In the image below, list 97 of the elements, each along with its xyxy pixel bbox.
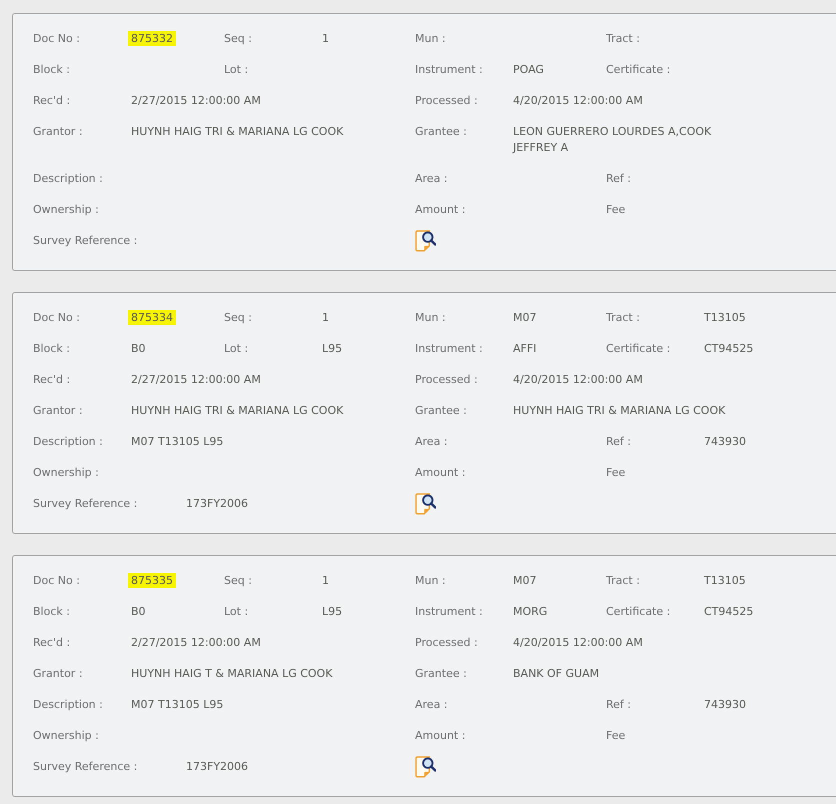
- field-label: Area :: [415, 434, 449, 450]
- field-label: Grantee :: [415, 403, 468, 419]
- field-value: 4/20/2015 12:00:00 AM: [513, 372, 643, 388]
- field-label: Grantee :: [415, 666, 468, 682]
- field-label: Description :: [33, 171, 104, 187]
- doc-number-value: 875334: [128, 310, 176, 325]
- field-value: 743930: [704, 698, 746, 711]
- field-label: Ref :: [606, 697, 632, 713]
- field-label: Lot :: [224, 604, 250, 620]
- field-label: Rec'd :: [33, 372, 72, 388]
- field-value: L95: [322, 342, 342, 355]
- document-magnifier-icon[interactable]: [415, 756, 436, 778]
- field-label: Seq :: [224, 310, 253, 326]
- field-label: Ownership :: [33, 465, 100, 481]
- field-label: Description :: [33, 434, 104, 450]
- field-value: CT94525: [704, 342, 754, 355]
- field-value: 2/27/2015 12:00:00 AM: [131, 635, 261, 651]
- field-value: 1: [322, 32, 329, 45]
- field-label: Instrument :: [415, 341, 484, 357]
- field-value: 173FY2006: [186, 497, 248, 510]
- field-label: Area :: [415, 697, 449, 713]
- field-label: Mun :: [415, 573, 447, 589]
- field-label: Rec'd :: [33, 93, 72, 109]
- field-label: Ownership :: [33, 202, 100, 218]
- field-label: Area :: [415, 171, 449, 187]
- field-value: 4/20/2015 12:00:00 AM: [513, 635, 643, 651]
- field-label: Tract :: [606, 31, 641, 47]
- field-value: CT94525: [704, 605, 754, 618]
- field-label: Lot :: [224, 62, 250, 78]
- field-value: 2/27/2015 12:00:00 AM: [131, 372, 261, 388]
- field-value: 743930: [704, 435, 746, 448]
- field-label: Doc No :: [33, 31, 81, 47]
- doc-number-value: 875332: [128, 31, 176, 46]
- field-label: Doc No :: [33, 310, 81, 326]
- field-label: Description :: [33, 697, 104, 713]
- field-label: Fee: [606, 728, 626, 744]
- field-value: MORG: [513, 605, 548, 618]
- field-label: Grantor :: [33, 666, 84, 682]
- field-label: Amount :: [415, 465, 466, 481]
- field-value: 173FY2006: [186, 760, 248, 773]
- field-label: Seq :: [224, 31, 253, 47]
- field-label: Grantee :: [415, 124, 468, 140]
- field-value: 1: [322, 574, 329, 587]
- field-label: Mun :: [415, 31, 447, 47]
- field-value: 2/27/2015 12:00:00 AM: [131, 93, 261, 109]
- field-label: Rec'd :: [33, 635, 72, 651]
- field-value: M07: [513, 574, 536, 587]
- field-label: Certificate :: [606, 62, 672, 78]
- document-magnifier-icon[interactable]: [415, 230, 436, 252]
- field-value: BANK OF GUAM: [513, 666, 600, 682]
- document-magnifier-icon[interactable]: [415, 493, 436, 515]
- field-label: Ref :: [606, 171, 632, 187]
- field-value: M07: [513, 311, 536, 324]
- field-value: B0: [131, 342, 146, 355]
- field-label: Block :: [33, 604, 71, 620]
- field-label: Ownership :: [33, 728, 100, 744]
- field-value: HUYNH HAIG TRI & MARIANA LG COOK: [131, 403, 344, 419]
- field-label: Amount :: [415, 728, 466, 744]
- field-label: Block :: [33, 62, 71, 78]
- field-label: Processed :: [415, 372, 479, 388]
- field-value: HUYNH HAIG T & MARIANA LG COOK: [131, 666, 332, 682]
- field-label: Processed :: [415, 93, 479, 109]
- field-label: Grantor :: [33, 403, 84, 419]
- field-value: B0: [131, 605, 146, 618]
- field-label: Processed :: [415, 635, 479, 651]
- field-value: T13105: [704, 311, 746, 324]
- doc-number-value: 875335: [128, 573, 176, 588]
- field-value: M07 T13105 L95: [131, 434, 224, 450]
- field-label: Grantor :: [33, 124, 84, 140]
- field-label: Certificate :: [606, 604, 672, 620]
- field-label: Doc No :: [33, 573, 81, 589]
- field-label: Instrument :: [415, 604, 484, 620]
- field-label: Mun :: [415, 310, 447, 326]
- field-value: M07 T13105 L95: [131, 697, 224, 713]
- field-value: 4/20/2015 12:00:00 AM: [513, 93, 643, 109]
- field-label: Seq :: [224, 573, 253, 589]
- field-label: Tract :: [606, 573, 641, 589]
- field-label: Tract :: [606, 310, 641, 326]
- field-value: 1: [322, 311, 329, 324]
- field-label: Survey Reference :: [33, 233, 138, 249]
- field-label: Instrument :: [415, 62, 484, 78]
- field-value: HUYNH HAIG TRI & MARIANA LG COOK: [513, 403, 726, 419]
- field-label: Block :: [33, 341, 71, 357]
- field-label: Survey Reference :: [33, 496, 138, 512]
- field-label: Fee: [606, 465, 626, 481]
- field-value: LEON GUERRERO LOURDES A,COOK JEFFREY A: [513, 124, 712, 156]
- field-value: AFFI: [513, 342, 536, 355]
- field-label: Ref :: [606, 434, 632, 450]
- field-label: Certificate :: [606, 341, 672, 357]
- field-value: POAG: [513, 63, 544, 76]
- field-label: Fee: [606, 202, 626, 218]
- field-label: Lot :: [224, 341, 250, 357]
- field-value: L95: [322, 605, 342, 618]
- field-label: Amount :: [415, 202, 466, 218]
- field-label: Survey Reference :: [33, 759, 138, 775]
- field-value: HUYNH HAIG TRI & MARIANA LG COOK: [131, 124, 344, 140]
- field-value: T13105: [704, 574, 746, 587]
